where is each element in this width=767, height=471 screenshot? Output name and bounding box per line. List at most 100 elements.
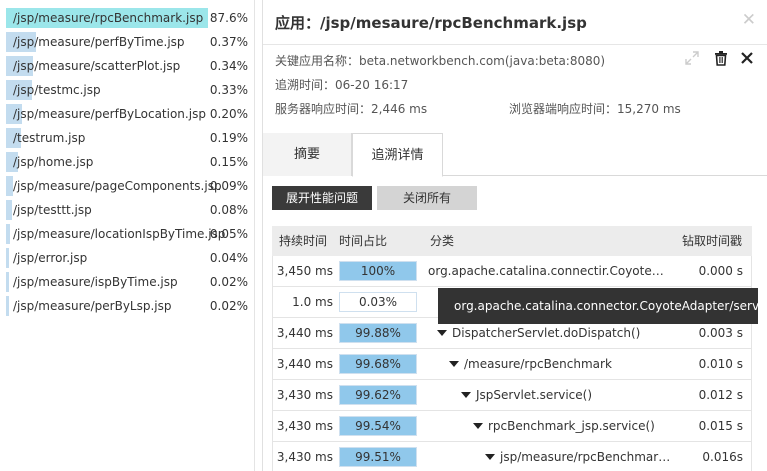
timestamp-cell: 0.012 s <box>698 388 743 402</box>
ratio-bar: 99.68% <box>339 354 417 374</box>
transaction-row[interactable]: /jsp/measure/ispByTime.jsp 0.02% <box>6 271 250 293</box>
category-text: org.apache.catalina.connectir.CoyoteAdap… <box>428 264 671 278</box>
transaction-share-bar <box>6 224 10 244</box>
expand-issues-button[interactable]: 展开性能问题 <box>272 186 372 210</box>
transaction-name: /jsp/measure/perfByTime.jsp <box>13 35 185 49</box>
transaction-name: /jsp/testtt.jsp <box>13 203 92 217</box>
transaction-row[interactable]: /jsp/measure/rpcBenchmark.jsp 87.6% <box>6 7 250 29</box>
table-row[interactable]: 3,430 ms 99.54% rpcBenchmark_jsp.service()… <box>272 411 752 442</box>
transaction-name: /jsp/home.jsp <box>13 155 94 169</box>
ratio-bar: 99.88% <box>339 323 417 343</box>
timestamp-cell: 0.015 s <box>698 419 743 433</box>
duration-cell: 3,430 ms <box>276 450 333 464</box>
expand-icon[interactable] <box>684 50 700 66</box>
transaction-percent: 0.04% <box>209 251 248 265</box>
duration-cell: 3,450 ms <box>276 264 333 278</box>
expand-triangle-icon[interactable] <box>485 454 495 460</box>
column-ratio: 时间占比 <box>339 234 388 248</box>
expand-triangle-icon[interactable] <box>473 423 483 429</box>
transaction-percent: 0.34% <box>209 59 248 73</box>
transaction-row[interactable]: /jsp/measure/scatterPlot.jsp 0.34% <box>6 55 250 77</box>
timestamp-cell: 0.000 s <box>698 264 743 278</box>
transaction-row[interactable]: /jsp/measure/perfByLocation.jsp 0.20% <box>6 103 250 125</box>
duration-cell: 1.0 ms <box>292 295 333 309</box>
header-close-icon[interactable]: ✕ <box>742 10 756 30</box>
transaction-name: /jsp/measure/locationIspByTime.jsp <box>13 227 226 241</box>
timestamp-cell: 0.010 s <box>698 357 743 371</box>
transaction-row[interactable]: /jsp/measure/pageComponents.jsp 0.09% <box>6 175 250 197</box>
app-name-value: beta.networkbench.com(java:beta:8080) <box>359 54 606 68</box>
trash-icon[interactable] <box>713 50 729 66</box>
transaction-percent: 0.33% <box>209 83 248 97</box>
transaction-row[interactable]: /jsp/measure/locationIspByTime.jsp 0.05% <box>6 223 250 245</box>
transaction-share-bar <box>6 248 9 268</box>
transaction-name: /jsp/measure/perfByLocation.jsp <box>13 107 206 121</box>
transaction-percent: 87.6% <box>209 11 248 25</box>
ratio-text: 99.54% <box>355 419 401 433</box>
transaction-percent: 0.02% <box>209 275 248 289</box>
page-title: 应用：/jsp/mesaure/rpcBenchmark.jsp <box>275 14 587 32</box>
transaction-name: /jsp/measure/scatterPlot.jsp <box>13 59 181 73</box>
transaction-name: /jsp/error.jsp <box>13 251 88 265</box>
category-cell[interactable]: rpcBenchmark_jsp.service() <box>473 411 671 441</box>
duration-cell: 3,440 ms <box>276 357 333 371</box>
table-row[interactable]: 3,430 ms 99.51% jsp/measure/rpcBenchmark.j… <box>272 442 752 471</box>
transaction-row[interactable]: /testrum.jsp 0.19% <box>6 127 250 149</box>
transaction-percent: 0.02% <box>209 299 248 313</box>
transaction-percent: 0.37% <box>209 35 248 49</box>
timestamp-cell: 0.016s <box>702 450 743 464</box>
duration-cell: 3,440 ms <box>276 326 333 340</box>
close-all-button[interactable]: 关闭所有 <box>377 186 477 210</box>
app-name-line: 关键应用名称：beta.networkbench.com(java:beta:8… <box>275 52 605 69</box>
table-row[interactable]: 3,450 ms 100% org.apache.catalina.connecti… <box>272 256 752 287</box>
transaction-percent: 0.08% <box>209 203 248 217</box>
table-row[interactable]: 3,430 ms 99.62% JspServlet.service() 0.012 … <box>272 380 752 411</box>
tab-summary[interactable]: 摘要 <box>263 133 352 176</box>
category-cell[interactable]: jsp/measure/rpcBenchmark.jsp <box>485 442 671 471</box>
transaction-row[interactable]: /jsp/measure/perByLsp.jsp 0.02% <box>6 295 250 317</box>
category-text: rpcBenchmark_jsp.service() <box>488 419 655 433</box>
trace-time-label: 追溯时间： <box>275 78 336 92</box>
ratio-bar: 0.03% <box>339 292 417 312</box>
transaction-row[interactable]: /jsp/home.jsp 0.15% <box>6 151 250 173</box>
table-row[interactable]: 3,440 ms 99.68% /measure/rpcBenchmark 0.010… <box>272 349 752 380</box>
transaction-list: /jsp/measure/rpcBenchmark.jsp 87.6%/jsp/m… <box>0 0 255 471</box>
ratio-text: 99.68% <box>355 357 401 371</box>
expand-triangle-icon[interactable] <box>461 392 471 398</box>
detail-header: 应用：/jsp/mesaure/rpcBenchmark.jsp ✕ <box>263 0 767 45</box>
transaction-row[interactable]: /jsp/testmc.jsp 0.33% <box>6 79 250 101</box>
trace-time-value: 06-20 16:17 <box>335 78 409 92</box>
server-time-label: 服务器响应时间： <box>275 102 372 116</box>
server-time-value: 2,446 ms <box>371 102 428 116</box>
ratio-text: 100% <box>360 264 396 278</box>
ratio-text: 99.51% <box>355 450 401 464</box>
transaction-name: /jsp/measure/rpcBenchmark.jsp <box>13 11 204 25</box>
close-icon[interactable] <box>739 50 755 66</box>
transaction-percent: 0.09% <box>209 179 248 193</box>
category-text: DispatcherServlet.doDispatch() <box>452 326 641 340</box>
category-cell[interactable]: org.apache.catalina.connectir.CoyoteAdap… <box>428 256 671 286</box>
expand-triangle-icon[interactable] <box>449 361 459 367</box>
category-cell[interactable]: JspServlet.service() <box>461 380 671 410</box>
transaction-percent: 0.05% <box>209 227 248 241</box>
duration-cell: 3,430 ms <box>276 388 333 402</box>
transaction-row[interactable]: /jsp/testtt.jsp 0.08% <box>6 199 250 221</box>
trace-table-header: 持续时间 时间占比 分类 钻取时间戳 <box>272 226 752 256</box>
expand-triangle-icon[interactable] <box>437 330 447 336</box>
ratio-bar: 100% <box>339 261 417 281</box>
category-text: JspServlet.service() <box>476 388 593 402</box>
detail-tabs: 摘要 追溯详情 <box>263 133 767 177</box>
transaction-share-bar <box>6 296 9 316</box>
transaction-percent: 0.15% <box>209 155 248 169</box>
ratio-text: 99.88% <box>355 326 401 340</box>
transaction-name: /testrum.jsp <box>13 131 86 145</box>
transaction-row[interactable]: /jsp/measure/perfByTime.jsp 0.37% <box>6 31 250 53</box>
tab-trace-detail[interactable]: 追溯详情 <box>352 133 443 177</box>
ratio-bar: 99.51% <box>339 447 417 467</box>
category-cell[interactable]: /measure/rpcBenchmark <box>449 349 671 379</box>
transaction-name: /jsp/measure/perByLsp.jsp <box>13 299 172 313</box>
detail-panel: 应用：/jsp/mesaure/rpcBenchmark.jsp ✕ 关键应用名… <box>262 0 767 471</box>
column-category: 分类 <box>430 234 455 248</box>
transaction-row[interactable]: /jsp/error.jsp 0.04% <box>6 247 250 269</box>
ratio-text: 0.03% <box>358 295 398 309</box>
